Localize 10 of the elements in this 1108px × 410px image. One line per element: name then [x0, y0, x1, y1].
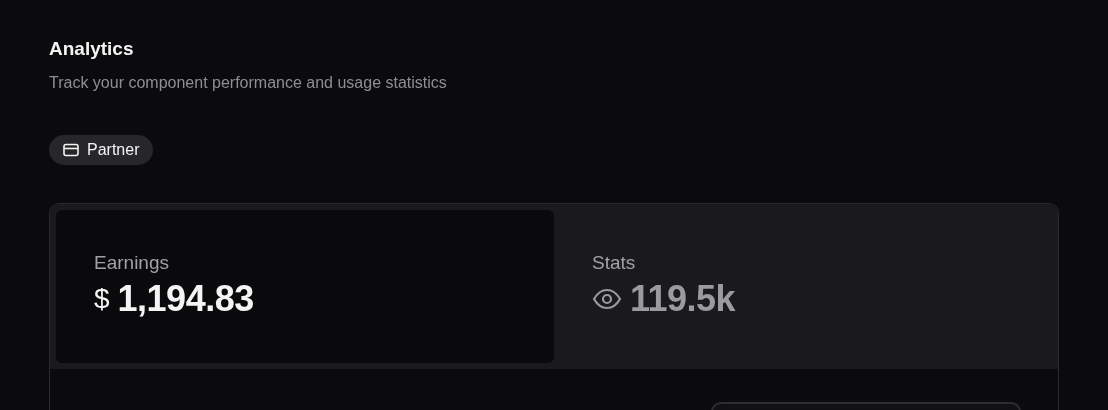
page-subtitle: Track your component performance and usage statistics: [49, 73, 448, 93]
metric-tab[interactable]: Earnings $ 1,194.83: [56, 210, 554, 363]
metric-value: 1,194.83: [117, 278, 254, 320]
partner-badge: Partner: [49, 135, 154, 165]
metric-value: 119.5k: [630, 278, 736, 320]
page-title: Analytics: [49, 37, 135, 61]
metric-tab[interactable]: Stats 119.5k: [554, 210, 1052, 363]
metric-label: Stats: [592, 252, 636, 274]
currency-symbol: $: [94, 283, 110, 315]
metric-label: Earnings: [94, 252, 169, 274]
